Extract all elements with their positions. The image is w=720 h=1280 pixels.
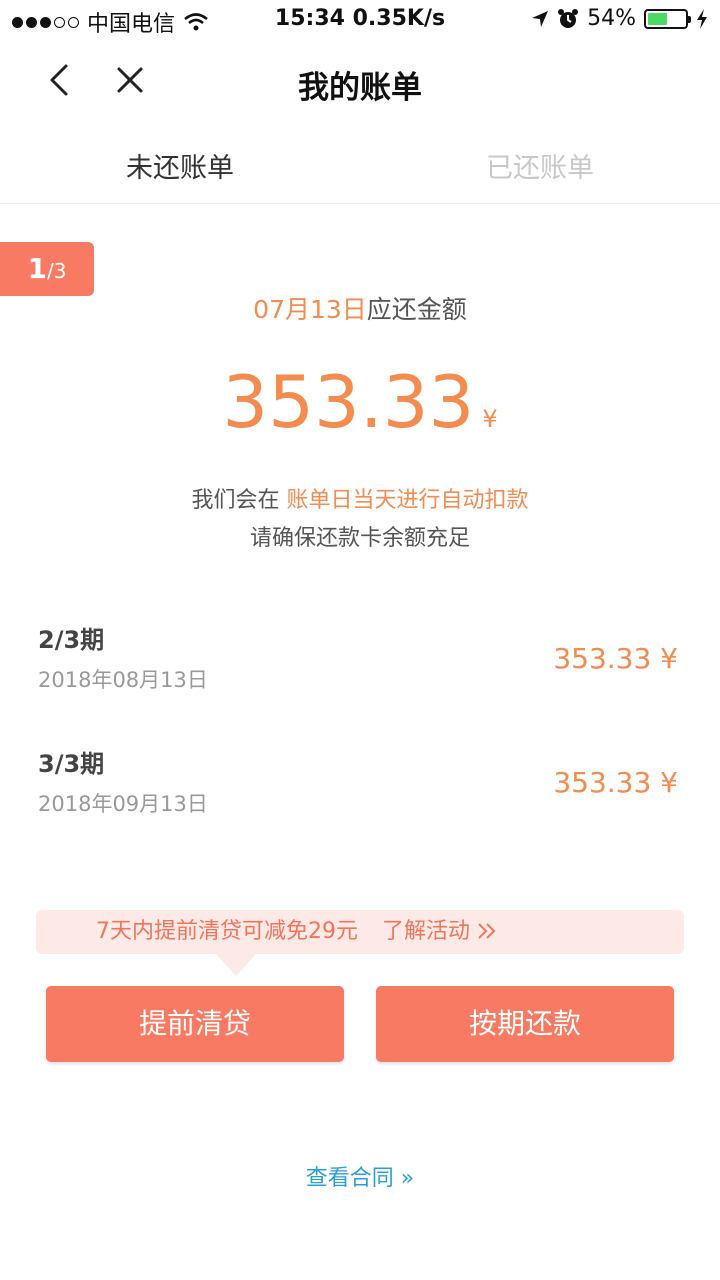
note-highlight: 账单日当天进行自动扣款 bbox=[286, 488, 529, 513]
note-line-2: 请确保还款卡余额充足 bbox=[249, 526, 470, 551]
bill-tabs: 未还账单 已还账单 bbox=[0, 134, 720, 204]
view-contract-link[interactable]: 查看合同 » bbox=[0, 1160, 720, 1192]
battery-level bbox=[648, 12, 668, 25]
charging-icon bbox=[697, 8, 707, 29]
tab-paid[interactable]: 已还账单 bbox=[360, 134, 720, 203]
battery-icon bbox=[644, 8, 691, 29]
promo-banner: 7天内提前清贷可减免29元 了解活动 bbox=[36, 910, 684, 976]
nav-bar: 我的账单 bbox=[0, 40, 720, 124]
due-line: 07月13日应还金额 bbox=[0, 290, 720, 326]
location-icon bbox=[532, 10, 549, 27]
status-right: 54% bbox=[531, 6, 708, 31]
list-item: 2/3期 2018年08月13日 353.33 ¥ bbox=[38, 620, 682, 700]
note-prefix: 我们会在 bbox=[191, 488, 287, 513]
due-label: 应还金额 bbox=[366, 295, 467, 324]
due-amount: 353.33 ¥ bbox=[0, 360, 720, 444]
period-current: 1 bbox=[27, 252, 47, 285]
alarm-icon bbox=[558, 8, 579, 28]
promo-pointer bbox=[216, 954, 256, 976]
installment-date: 2018年08月13日 bbox=[38, 668, 208, 692]
period-total: /3 bbox=[47, 259, 67, 283]
list-item: 3/3期 2018年09月13日 353.33 ¥ bbox=[38, 744, 682, 824]
installment-amount: 353.33 ¥ bbox=[553, 642, 678, 675]
tab-unpaid[interactable]: 未还账单 bbox=[0, 134, 360, 203]
battery-percent: 54% bbox=[587, 6, 636, 31]
amount-value: 353.33 bbox=[222, 360, 475, 444]
installment-period: 3/3期 bbox=[38, 750, 105, 778]
repay-button[interactable]: 按期还款 bbox=[376, 986, 674, 1062]
amount-currency: ¥ bbox=[482, 405, 498, 433]
period-badge: 1 /3 bbox=[0, 242, 94, 296]
promo-text: 7天内提前清贷可减免29元 bbox=[96, 919, 358, 944]
double-chevron-right-icon bbox=[478, 923, 496, 939]
prepay-button[interactable]: 提前清贷 bbox=[46, 986, 344, 1062]
page-title: 我的账单 bbox=[298, 70, 422, 106]
status-bar: 中国电信 15:34 0.35K/s 54% bbox=[0, 0, 720, 40]
note-line-1: 我们会在 账单日当天进行自动扣款 bbox=[0, 482, 720, 520]
installment-amount: 353.33 ¥ bbox=[553, 766, 678, 799]
installment-date: 2018年09月13日 bbox=[38, 792, 208, 816]
promo-link[interactable]: 了解活动 bbox=[382, 919, 500, 944]
promo-link-label: 了解活动 bbox=[382, 919, 471, 944]
installment-period: 2/3期 bbox=[38, 626, 105, 654]
auto-debit-note: 我们会在 账单日当天进行自动扣款 请确保还款卡余额充足 bbox=[0, 482, 720, 558]
due-date: 07月13日 bbox=[253, 295, 367, 324]
